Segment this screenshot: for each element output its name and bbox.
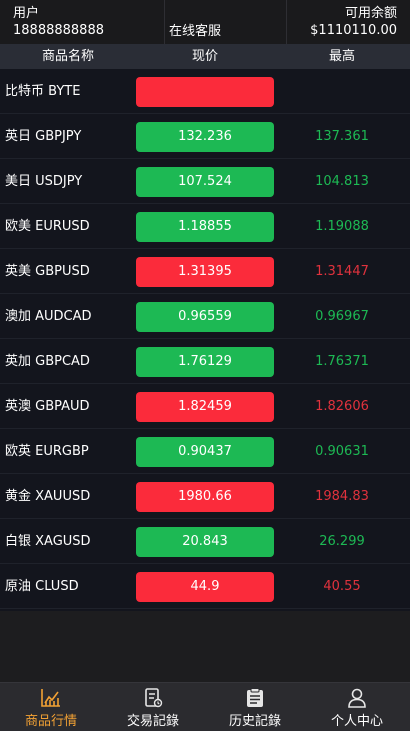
current-price-badge[interactable]: 44.9: [136, 572, 274, 602]
nav-item-market[interactable]: 商品行情: [0, 683, 102, 731]
current-price-badge[interactable]: 107.524: [136, 167, 274, 197]
table-row[interactable]: 英日 GBPJPY 132.236 137.361: [0, 114, 410, 159]
trade-record-icon: [145, 688, 163, 708]
table-row[interactable]: 美日 USDJPY 107.524 104.813: [0, 159, 410, 204]
current-price-badge[interactable]: 1.76129: [136, 347, 274, 377]
high-price: 137.361: [315, 129, 369, 144]
table-row[interactable]: 英澳 GBPAUD 1.82459 1.82606: [0, 384, 410, 429]
nav-label: 交易記錄: [126, 714, 179, 729]
balance-label: 可用余额: [344, 6, 397, 21]
bottom-nav: 商品行情 交易記錄 历史記錄 个人中心: [0, 682, 410, 731]
user-info: 用户 18888888888: [13, 5, 104, 39]
user-phone: 18888888888: [13, 23, 104, 38]
chart-icon: [41, 689, 60, 707]
balance-info: 可用余额 $1110110.00: [310, 5, 397, 39]
symbol-name: 欧英 EURGBP: [5, 444, 89, 459]
current-price-badge[interactable]: 1.82459: [136, 392, 274, 422]
nav-label: 个人中心: [330, 714, 383, 729]
table-row[interactable]: 比特币 BYTE: [0, 69, 410, 114]
online-service-link[interactable]: 在线客服: [165, 20, 289, 39]
current-price-badge[interactable]: 0.90437: [136, 437, 274, 467]
user-icon: [348, 688, 366, 708]
symbol-name: 英澳 GBPAUD: [5, 399, 90, 414]
current-price-badge[interactable]: 1980.66: [136, 482, 274, 512]
symbol-name: 美日 USDJPY: [5, 174, 83, 189]
top-header: 用户 18888888888 在线客服 可用余额 $1110110.00: [0, 0, 410, 44]
current-price-badge[interactable]: 1.18855: [136, 212, 274, 242]
symbol-name: 白银 XAGUSD: [5, 534, 91, 549]
high-price: 40.55: [323, 579, 361, 594]
symbol-name: 英美 GBPUSD: [5, 264, 90, 279]
high-price: 1.19088: [315, 219, 369, 234]
high-price: 26.299: [319, 534, 365, 549]
high-price: 1984.83: [315, 489, 369, 504]
high-price: 1.31447: [315, 264, 369, 279]
column-name: 商品名称: [41, 49, 94, 64]
symbol-name: 原油 CLUSD: [5, 579, 79, 594]
table-row[interactable]: 英加 GBPCAD 1.76129 1.76371: [0, 339, 410, 384]
nav-item-history[interactable]: 历史記錄: [204, 683, 306, 731]
high-price: 0.96967: [315, 309, 369, 324]
balance-value: $1110110.00: [310, 23, 397, 38]
nav-label: 历史記錄: [228, 714, 281, 729]
nav-label: 商品行情: [24, 714, 77, 729]
high-price: 0.90631: [315, 444, 369, 459]
current-price-badge[interactable]: 0.96559: [136, 302, 274, 332]
symbol-name: 英日 GBPJPY: [5, 129, 82, 144]
current-price-badge[interactable]: [136, 77, 274, 107]
symbol-name: 比特币 BYTE: [5, 84, 81, 99]
symbol-name: 英加 GBPCAD: [5, 354, 90, 369]
user-label: 用户: [13, 6, 40, 21]
table-row[interactable]: 英美 GBPUSD 1.31395 1.31447: [0, 249, 410, 294]
symbol-name: 欧美 EURUSD: [5, 219, 90, 234]
high-price: 1.82606: [315, 399, 369, 414]
current-price-badge[interactable]: 20.843: [136, 527, 274, 557]
table-row[interactable]: 欧美 EURUSD 1.18855 1.19088: [0, 204, 410, 249]
column-price: 现价: [191, 49, 218, 64]
nav-item-trades[interactable]: 交易記錄: [102, 683, 204, 731]
high-price: 104.813: [315, 174, 369, 189]
table-row[interactable]: 黄金 XAUUSD 1980.66 1984.83: [0, 474, 410, 519]
column-high: 最高: [328, 49, 355, 64]
table-row[interactable]: 原油 CLUSD 44.9 40.55: [0, 564, 410, 609]
symbol-name: 澳加 AUDCAD: [5, 309, 92, 324]
quote-list: 比特币 BYTE 英日 GBPJPY 132.236 137.361 美日 USDJPY…: [0, 69, 410, 611]
current-price-badge[interactable]: 132.236: [136, 122, 274, 152]
high-price: 1.76371: [315, 354, 369, 369]
table-row[interactable]: 欧英 EURGBP 0.90437 0.90631: [0, 429, 410, 474]
table-row[interactable]: 白银 XAGUSD 20.843 26.299: [0, 519, 410, 564]
column-header: 商品名称 现价 最高: [0, 44, 410, 69]
header-divider: [286, 0, 287, 44]
symbol-name: 黄金 XAUUSD: [5, 489, 91, 504]
history-clipboard-icon: [247, 688, 263, 707]
current-price-badge[interactable]: 1.31395: [136, 257, 274, 287]
nav-item-profile[interactable]: 个人中心: [306, 683, 408, 731]
table-row[interactable]: 澳加 AUDCAD 0.96559 0.96967: [0, 294, 410, 339]
